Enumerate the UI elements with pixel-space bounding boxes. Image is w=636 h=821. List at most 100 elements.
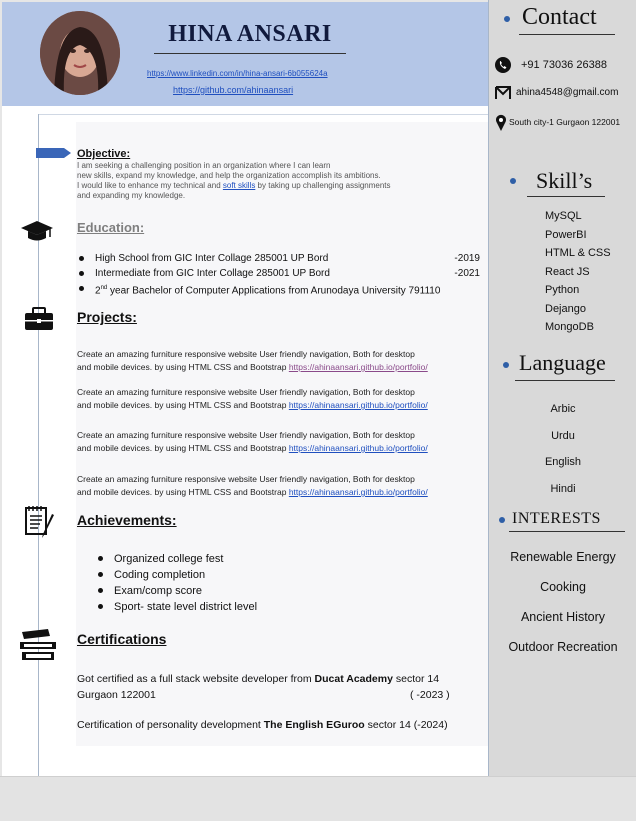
achievements-list: Organized college fest Coding completion…	[96, 551, 396, 615]
project-desc: Create an amazing furniture responsive w…	[77, 474, 415, 484]
cert-text: sector 14	[392, 673, 440, 685]
resume-page: HINA ANSARI https://www.linkedin.com/in/…	[0, 0, 636, 778]
project-desc: Create an amazing furniture responsive w…	[77, 387, 415, 397]
skill-item: HTML & CSS	[545, 247, 611, 259]
bullet-dot-icon	[499, 517, 505, 523]
education-list: High School from GIC Inter Collage 28500…	[77, 251, 482, 298]
cert-text: Certification of personality development	[77, 719, 264, 731]
cert-institution: Ducat Academy	[314, 673, 393, 685]
main-column: HINA ANSARI https://www.linkedin.com/in/…	[2, 2, 490, 778]
language-item: Arbic	[550, 403, 576, 415]
project-desc: Create an amazing furniture responsive w…	[77, 349, 415, 359]
skills-underline	[527, 196, 605, 197]
project-desc-part: and mobile devices. by using HTML CSS an…	[77, 362, 289, 372]
language-item: English	[544, 456, 582, 468]
project-link[interactable]: https://ahinaansari.github.io/portfolio/	[289, 487, 428, 497]
skill-item: Dejango	[545, 302, 586, 315]
cert-text: Gurgaon 122001	[77, 689, 156, 701]
phone-icon	[495, 57, 511, 73]
graduation-cap-icon	[21, 221, 53, 241]
certifications-title: Certifications	[77, 631, 167, 647]
skill-item: MongoDB	[545, 321, 594, 333]
language-title: Language	[519, 350, 606, 375]
cert-institution: The English EGuroo	[263, 719, 365, 731]
interest-item: Renewable Energy	[510, 550, 616, 564]
objective-line: I am seeking a challenging position in a…	[77, 161, 331, 170]
bullet-dot-icon	[504, 16, 510, 22]
contact-title: Contact	[522, 4, 597, 30]
linkedin-link[interactable]: https://www.linkedin.com/in/hina-ansari-…	[147, 69, 328, 78]
project-item: Create an amazing furniture responsive w…	[77, 429, 428, 455]
interest-item: Cooking	[540, 580, 586, 594]
objective-line-part: by taking up challenging assignments	[255, 181, 391, 190]
interests-underline	[509, 531, 625, 532]
candidate-name: HINA ANSARI	[168, 21, 332, 47]
soft-skills-link[interactable]: soft skills	[223, 181, 255, 190]
objective-line-part: I would like to enhance my technical and	[77, 181, 223, 190]
education-item: 2nd year Bachelor of Computer Applicatio…	[77, 281, 482, 298]
sidebar: Contact +91 73036 26388 ahina4548@gmail.…	[488, 0, 636, 776]
location-pin-icon	[496, 114, 506, 131]
language-list: Arbic Urdu English Hindi	[489, 396, 636, 502]
education-text: High School from GIC Inter Collage 28500…	[95, 253, 329, 264]
skill-item: React JS	[545, 265, 590, 278]
education-item: Intermediate from GIC Inter Collage 2850…	[77, 266, 482, 281]
achievement-item: Exam/comp score	[96, 583, 396, 599]
project-link[interactable]: https://ahinaansari.github.io/portfolio/	[289, 443, 428, 453]
certification-1: Got certified as a full stack website de…	[77, 671, 477, 703]
education-title: Education:	[77, 220, 145, 235]
skill-item: MySQL	[545, 210, 582, 222]
education-item: High School from GIC Inter Collage 28500…	[77, 251, 482, 266]
interests-title: INTERESTS	[512, 510, 601, 527]
project-desc: and mobile devices. by using HTML CSS an…	[77, 486, 428, 499]
interest-item: Ancient History	[520, 610, 606, 624]
timeline-line	[38, 114, 39, 778]
name-underline	[154, 53, 346, 54]
project-link[interactable]: https://ahinaansari.github.io/portfolio/	[289, 362, 428, 372]
project-desc-part: and mobile devices. by using HTML CSS an…	[77, 443, 289, 453]
skills-title: Skill’s	[536, 168, 593, 193]
education-text: year Bachelor of Computer Applications f…	[107, 285, 441, 297]
certification-line: Gurgaon 122001 ( -2023 )	[77, 687, 477, 703]
education-year: -2019	[454, 253, 480, 264]
project-desc: Create an amazing furniture responsive w…	[77, 430, 415, 440]
objective-line: and expanding my knowledge.	[77, 191, 186, 200]
contact-underline	[519, 34, 615, 35]
project-item: Create an amazing furniture responsive w…	[77, 348, 428, 374]
profile-photo	[40, 11, 120, 95]
briefcase-icon	[25, 307, 53, 330]
project-item: Create an amazing furniture responsive w…	[77, 386, 428, 412]
cert-year: ( -2023 )	[410, 689, 450, 701]
header-divider	[38, 114, 490, 115]
language-item: Hindi	[550, 482, 576, 495]
skill-item: Python	[545, 284, 580, 296]
objective-line: new skills, expand my knowledge, and hel…	[77, 171, 381, 180]
education-text: Intermediate from GIC Inter Collage 2850…	[95, 268, 330, 279]
project-desc: and mobile devices. by using HTML CSS an…	[77, 399, 428, 412]
project-link[interactable]: https://ahinaansari.github.io/portfolio/	[289, 400, 428, 410]
interest-item: Outdoor Recreation	[508, 640, 618, 654]
achievement-item: Sport- state level district level	[96, 599, 396, 615]
projects-title: Projects:	[77, 309, 137, 325]
objective-title: Objective:	[77, 148, 131, 160]
skills-list: MySQL PowerBI HTML & CSS React JS Python…	[545, 207, 611, 337]
books-stack-icon	[20, 629, 56, 660]
cert-text: sector 14 (-2024)	[364, 719, 448, 731]
project-desc-part: and mobile devices. by using HTML CSS an…	[77, 400, 289, 410]
education-year: -2021	[454, 268, 480, 279]
skill-item: PowerBI	[545, 228, 587, 241]
cert-text: Got certified as a full stack website de…	[77, 673, 315, 685]
project-desc-part: and mobile devices. by using HTML CSS an…	[77, 487, 289, 497]
achievement-item: Coding completion	[96, 567, 396, 583]
project-desc: and mobile devices. by using HTML CSS an…	[77, 361, 428, 374]
achievement-item: Organized college fest	[96, 551, 396, 567]
certification-2: Certification of personality development…	[77, 717, 487, 733]
checklist-notepad-icon	[25, 506, 54, 538]
email-address[interactable]: ahina4548@gmail.com	[516, 87, 618, 98]
language-underline	[515, 380, 615, 381]
objective-line: I would like to enhance my technical and…	[77, 181, 477, 191]
window-bottom-area	[0, 776, 636, 821]
github-link[interactable]: https://github.com/ahinaansari	[173, 85, 293, 95]
interests-list: Renewable Energy Cooking Ancient History…	[489, 542, 636, 662]
achievements-title: Achievements:	[77, 512, 177, 528]
